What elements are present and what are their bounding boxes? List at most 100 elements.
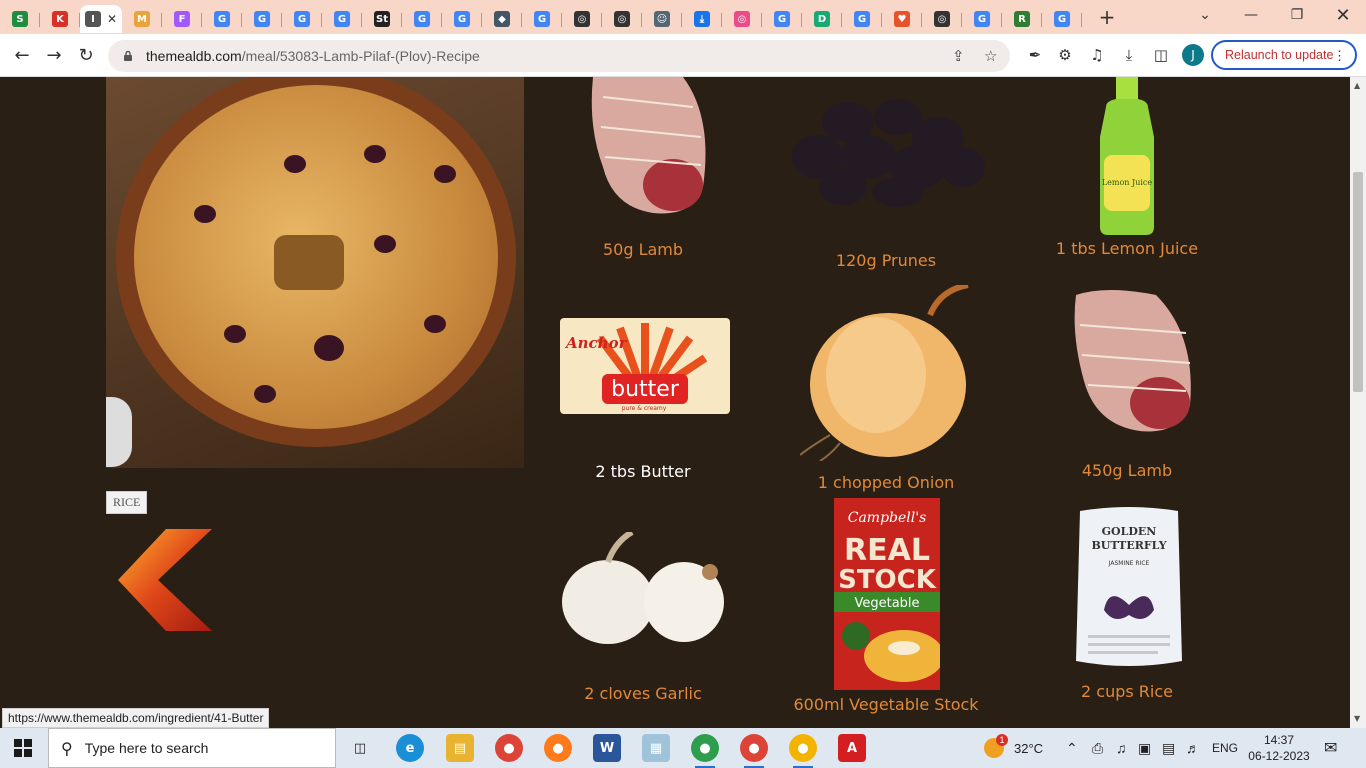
vegetable-stock-image[interactable]: Campbell's REAL STOCK Vegetable (834, 498, 940, 690)
browser-tab-2[interactable]: I ✕ (80, 5, 122, 33)
new-tab-button[interactable]: + (1092, 2, 1122, 32)
browser-tab-12[interactable]: ◆ (482, 5, 522, 33)
browser-tab-0[interactable]: S (0, 5, 40, 33)
lamb-image[interactable] (583, 77, 711, 217)
minimize-button[interactable]: — (1228, 0, 1274, 30)
browser-tab-10[interactable]: G (402, 5, 442, 33)
ingredient-label-6[interactable]: 2 cloves Garlic (543, 684, 743, 703)
app-icon[interactable]: ▦ (642, 734, 670, 762)
browser-tab-13[interactable]: G (522, 5, 562, 33)
lamb-image-2[interactable] (1066, 285, 1196, 435)
meal-tag[interactable]: RICE (106, 491, 148, 514)
downloads-icon[interactable]: ⤓ (1118, 44, 1140, 66)
firefox-icon[interactable]: ● (544, 734, 572, 762)
browser-tab-24[interactable]: G (962, 5, 1002, 33)
edge-icon[interactable]: e (396, 734, 424, 762)
meet-icon[interactable]: ▣ (1138, 728, 1151, 768)
clock[interactable]: 14:37 06-12-2023 (1248, 728, 1310, 768)
ingredient-label-1[interactable]: 120g Prunes (786, 251, 986, 270)
ingredient-label-3[interactable]: 2 tbs Butter (543, 462, 743, 481)
eyedropper-extension-icon[interactable]: ✒ (1024, 44, 1046, 66)
browser-tab-25[interactable]: R (1002, 5, 1042, 33)
volume-icon[interactable]: ♬ (1186, 728, 1200, 768)
scrollbar-thumb[interactable] (1353, 172, 1363, 392)
media-control-icon[interactable]: ♫ (1086, 44, 1108, 66)
browser-tab-4[interactable]: F (162, 5, 202, 33)
chrome-profile-icon[interactable]: ● (691, 734, 719, 768)
maximize-button[interactable]: ❐ (1274, 0, 1320, 30)
ingredient-label-0[interactable]: 50g Lamb (543, 240, 743, 259)
browser-tab-22[interactable]: ♥ (882, 5, 922, 33)
address-bar[interactable]: themealdb.com/meal/53083-Lamb-Pilaf-(Plo… (108, 40, 1010, 72)
rice-bag-image[interactable]: GOLDEN BUTTERFLY JASMINE RICE (1074, 505, 1184, 669)
browser-tab-6[interactable]: G (242, 5, 282, 33)
device-icon[interactable]: ⎙ (1092, 728, 1103, 768)
browser-toolbar: ← → ↻ themealdb.com/meal/53083-Lamb-Pila… (0, 34, 1366, 77)
back-button[interactable]: ← (6, 39, 38, 71)
close-window-button[interactable]: ✕ (1320, 0, 1366, 30)
reload-button[interactable]: ↻ (70, 39, 102, 71)
butter-image[interactable]: butter pure & creamy Anchor (560, 318, 730, 416)
browser-tab-14[interactable]: ◎ (562, 5, 602, 33)
browser-tab-18[interactable]: ◎ (722, 5, 762, 33)
ingredient-label-8[interactable]: 2 cups Rice (1027, 682, 1227, 701)
extensions-puzzle-icon[interactable]: ⚙ (1054, 44, 1076, 66)
weather-sun-icon: 1 (984, 734, 1008, 758)
browser-tab-17[interactable]: ⤓ (682, 5, 722, 33)
browser-tab-16[interactable]: ☺ (642, 5, 682, 33)
bookmark-star-icon[interactable]: ☆ (984, 47, 997, 65)
browser-tab-11[interactable]: G (442, 5, 482, 33)
browser-tab-1[interactable]: K (40, 5, 80, 33)
ingredient-label-2[interactable]: 1 tbs Lemon Juice (1027, 239, 1227, 258)
task-view-icon[interactable]: ◫ (346, 734, 374, 762)
browser-tab-9[interactable]: St (362, 5, 402, 33)
network-icon[interactable]: ▤ (1162, 728, 1175, 768)
file-explorer-icon[interactable]: ▤ (446, 734, 474, 762)
google-icon: G (454, 11, 470, 27)
chrome-icon[interactable]: ● (495, 734, 523, 762)
tab-search-icon[interactable]: ⌄ (1182, 0, 1228, 30)
previous-arrow-icon[interactable] (118, 529, 212, 631)
language-indicator[interactable]: ENG (1212, 728, 1238, 768)
more-menu-icon[interactable]: ⋮ (1333, 48, 1346, 64)
relaunch-button[interactable]: Relaunch to update ⋮ (1211, 40, 1357, 70)
chrome-profile-3-icon[interactable]: ● (789, 734, 817, 768)
onion-image[interactable] (800, 285, 972, 461)
browser-tab-26[interactable]: G (1042, 5, 1082, 33)
share-icon[interactable]: ⇪ (952, 47, 965, 65)
browser-tab-7[interactable]: G (282, 5, 322, 33)
scroll-down-icon[interactable]: ▼ (1354, 714, 1360, 723)
lemon-juice-image[interactable]: Lemon Juice (1096, 77, 1158, 237)
browser-tab-8[interactable]: G (322, 5, 362, 33)
browser-tab-5[interactable]: G (202, 5, 242, 33)
browser-tab-20[interactable]: D (802, 5, 842, 33)
vertical-scrollbar[interactable]: ▲ ▼ (1350, 77, 1366, 728)
prunes-image[interactable] (788, 97, 986, 207)
garlic-image[interactable] (560, 532, 726, 647)
ingredient-label-4[interactable]: 1 chopped Onion (786, 473, 986, 492)
scroll-up-icon[interactable]: ▲ (1354, 81, 1360, 90)
taskbar-search[interactable]: ⚲ Type here to search (48, 728, 336, 768)
profile-avatar[interactable]: J (1182, 44, 1204, 66)
notifications-icon[interactable]: ✉ (1324, 728, 1337, 768)
browser-tab-21[interactable]: G (842, 5, 882, 33)
browser-tab-3[interactable]: M (122, 5, 162, 33)
weather-widget[interactable]: 1 32°C (984, 728, 1043, 768)
show-hidden-icons[interactable]: ⌃ (1066, 728, 1078, 768)
forward-button[interactable]: → (38, 39, 70, 71)
ingredient-label-7[interactable]: 600ml Vegetable Stock (786, 695, 986, 714)
microphone-icon[interactable]: ♫ (1116, 728, 1127, 768)
download-icon: ⤓ (694, 11, 710, 27)
start-button[interactable] (0, 728, 46, 768)
ingredient-label-5[interactable]: 450g Lamb (1027, 461, 1227, 480)
browser-tab-15[interactable]: ◎ (602, 5, 642, 33)
google-icon: G (974, 11, 990, 27)
browser-tab-19[interactable]: G (762, 5, 802, 33)
chrome-profile-2-icon[interactable]: ● (740, 734, 768, 768)
word-icon[interactable]: W (593, 734, 621, 762)
close-tab-icon[interactable]: ✕ (107, 12, 117, 26)
github-icon: ◎ (934, 11, 950, 27)
side-panel-icon[interactable]: ◫ (1150, 44, 1172, 66)
browser-tab-23[interactable]: ◎ (922, 5, 962, 33)
acrobat-icon[interactable]: A (838, 734, 866, 762)
